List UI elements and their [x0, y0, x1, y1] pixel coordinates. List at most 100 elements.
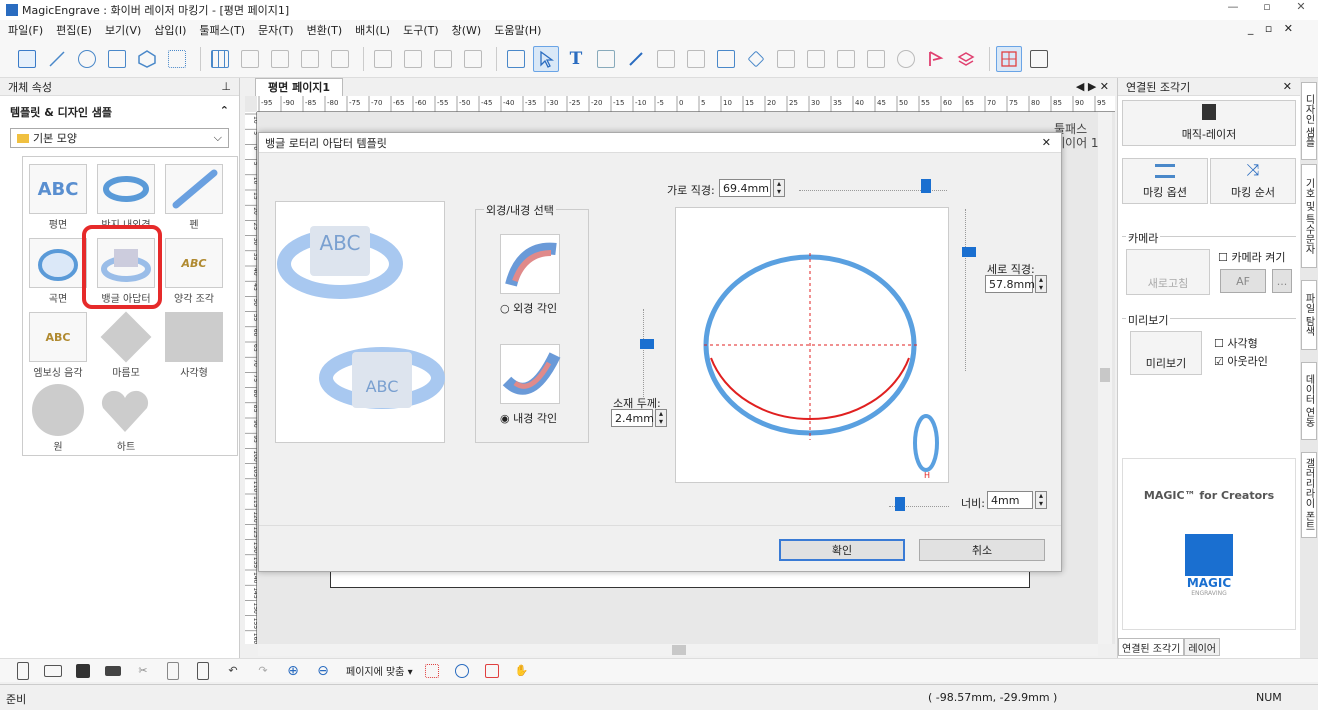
- side-tab-file-explorer[interactable]: 파일 탐색: [1301, 280, 1317, 350]
- template-diamond[interactable]: 마름모: [93, 307, 159, 379]
- text-shape-tool[interactable]: [267, 46, 293, 72]
- page-tool[interactable]: [803, 46, 829, 72]
- template-pen[interactable]: 펜: [161, 159, 227, 231]
- slider-thumb[interactable]: [962, 247, 976, 257]
- width-slider[interactable]: [889, 497, 949, 511]
- brush-tool[interactable]: [593, 46, 619, 72]
- tab-page1[interactable]: 평면 페이지1: [255, 78, 344, 96]
- rect-checkbox[interactable]: ☐ 사각형: [1214, 335, 1258, 351]
- center-guide-tool[interactable]: [996, 45, 1022, 72]
- zoom-text-icon[interactable]: [449, 658, 475, 684]
- qrcode-tool[interactable]: [164, 46, 190, 72]
- laser-tool[interactable]: [923, 46, 949, 72]
- width-stepper[interactable]: ▴ ▾: [1035, 491, 1047, 509]
- tab-nav[interactable]: ◀ ▶ ✕: [1076, 80, 1109, 93]
- ungroup-tool[interactable]: [430, 46, 456, 72]
- save-icon[interactable]: [70, 658, 96, 684]
- mark-options-button[interactable]: 마킹 옵션: [1122, 158, 1208, 204]
- collapse-icon[interactable]: ⌃: [220, 104, 229, 120]
- side-tab-symbols[interactable]: 기호 및 특수문자: [1301, 164, 1317, 268]
- template-heart[interactable]: 하트: [93, 381, 159, 453]
- fill-tool[interactable]: [743, 46, 769, 72]
- more-button[interactable]: ...: [1272, 269, 1292, 293]
- side-tab-data-link[interactable]: 데이터 연동: [1301, 362, 1317, 440]
- ok-button[interactable]: 확인: [779, 539, 905, 561]
- text-frame-tool[interactable]: [683, 46, 709, 72]
- print-icon[interactable]: [100, 658, 126, 684]
- outline-checkbox[interactable]: ☑ 아웃라인: [1214, 353, 1268, 369]
- h-diameter-input[interactable]: 69.4mm: [719, 179, 771, 197]
- menu-help[interactable]: 도움말(H): [494, 22, 541, 38]
- width-input[interactable]: 4mm: [987, 491, 1033, 509]
- rectangle-tool[interactable]: [104, 46, 130, 72]
- h-diameter-stepper[interactable]: ▴ ▾: [773, 179, 785, 197]
- menu-insert[interactable]: 삽입(I): [154, 22, 186, 38]
- canvas-vscrollbar[interactable]: [1098, 112, 1112, 644]
- frame-tool[interactable]: [773, 46, 799, 72]
- text-tool[interactable]: T: [563, 46, 589, 72]
- align-tool[interactable]: [370, 46, 396, 72]
- menu-file[interactable]: 파일(F): [8, 22, 43, 38]
- zoom-out-icon[interactable]: ⊖: [310, 658, 336, 684]
- canvas-hscrollbar[interactable]: [258, 644, 1098, 656]
- minimize-button[interactable]: —: [1216, 0, 1250, 13]
- cut-icon[interactable]: ✂: [130, 658, 156, 684]
- side-tab-design-samples[interactable]: 디자인 샘플: [1301, 82, 1317, 160]
- scroll-thumb[interactable]: [1100, 368, 1110, 382]
- stamp-tool[interactable]: [863, 46, 889, 72]
- side-tab-fonts[interactable]: 갤러리라이 폰트: [1301, 452, 1317, 538]
- af-button[interactable]: AF: [1220, 269, 1266, 293]
- template-circle[interactable]: 원: [25, 381, 91, 453]
- refresh-button[interactable]: 새로고침: [1126, 249, 1210, 295]
- device-button[interactable]: 매직-레이저: [1122, 100, 1296, 146]
- zoom-select-icon[interactable]: [479, 658, 505, 684]
- redo-icon[interactable]: ↷: [250, 658, 276, 684]
- tab-connected-engraver[interactable]: 연결된 조각기: [1118, 638, 1185, 656]
- shape-combine-tool[interactable]: [327, 46, 353, 72]
- zoom-area-icon[interactable]: [419, 658, 445, 684]
- menu-layout[interactable]: 배치(L): [355, 22, 390, 38]
- close-button[interactable]: ✕: [1284, 0, 1318, 13]
- pen-tool[interactable]: [623, 46, 649, 72]
- preview-button[interactable]: 미리보기: [1130, 331, 1202, 375]
- ellipse-tool[interactable]: [74, 46, 100, 72]
- cancel-button[interactable]: 취소: [919, 539, 1045, 561]
- node-tool[interactable]: [237, 46, 263, 72]
- template-rectangle[interactable]: 사각형: [161, 307, 227, 379]
- menu-window[interactable]: 창(W): [452, 22, 482, 38]
- template-relief[interactable]: ABC 양각 조각: [161, 233, 227, 305]
- new-file-icon[interactable]: [10, 658, 36, 684]
- h-diameter-slider[interactable]: [799, 179, 947, 193]
- fit-page-select[interactable]: 페이지에 맞춤 ▾: [346, 663, 413, 678]
- layers-tool[interactable]: [953, 46, 979, 72]
- svg-import-button[interactable]: [14, 46, 40, 72]
- thickness-slider[interactable]: [640, 309, 654, 397]
- scroll-thumb[interactable]: [672, 645, 686, 655]
- group-tool[interactable]: [400, 46, 426, 72]
- menu-edit[interactable]: 편집(E): [56, 22, 92, 38]
- copy-icon[interactable]: [160, 658, 186, 684]
- menu-transform[interactable]: 변환(T): [307, 22, 343, 38]
- template-emboss[interactable]: ABC 엠보싱 음각: [25, 307, 91, 379]
- page-frame-tool[interactable]: [1026, 46, 1052, 72]
- v-diameter-input[interactable]: 57.8mm: [985, 275, 1035, 293]
- inner-engrave-radio[interactable]: ◉ 내경 각인: [500, 410, 557, 426]
- arrange-tool[interactable]: [460, 46, 486, 72]
- grid-tool[interactable]: [207, 46, 233, 72]
- text-effect-tool[interactable]: [653, 46, 679, 72]
- user-tool[interactable]: [893, 46, 919, 72]
- slider-thumb[interactable]: [921, 179, 931, 193]
- mdi-controls[interactable]: _ ▫ ✕: [1248, 22, 1297, 35]
- v-diameter-slider[interactable]: [962, 209, 976, 371]
- menu-tools[interactable]: 도구(T): [403, 22, 439, 38]
- tab-layers[interactable]: 레이어: [1184, 638, 1220, 656]
- thickness-stepper[interactable]: ▴ ▾: [655, 409, 667, 427]
- panel-close-icon[interactable]: ✕: [1283, 80, 1292, 93]
- template-ring[interactable]: 반지 내외경: [93, 159, 159, 231]
- template-flat[interactable]: ABC 평면: [25, 159, 91, 231]
- camera-on-checkbox[interactable]: ☐ 카메라 켜기: [1218, 249, 1285, 265]
- image-tool[interactable]: [713, 46, 739, 72]
- properties-tool[interactable]: [503, 46, 529, 72]
- menu-toolpath[interactable]: 툴패스(T): [199, 22, 245, 38]
- dialog-close-button[interactable]: ✕: [1042, 136, 1051, 149]
